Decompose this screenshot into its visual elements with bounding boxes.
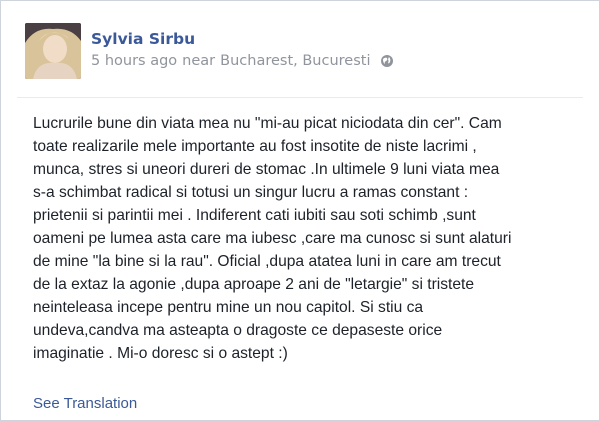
post-meta: Sylvia Sirbu 5 hours ago near Bucharest,… — [91, 29, 394, 70]
post-subline: 5 hours ago near Bucharest, Bucuresti — [91, 52, 394, 70]
post-location[interactable]: Bucharest, Bucuresti — [220, 52, 370, 70]
post-card: Sylvia Sirbu 5 hours ago near Bucharest,… — [0, 0, 600, 421]
post-header: Sylvia Sirbu 5 hours ago near Bucharest,… — [25, 23, 394, 83]
author-name-link[interactable]: Sylvia Sirbu — [91, 30, 195, 49]
see-translation-link[interactable]: See Translation — [33, 394, 137, 414]
avatar-photo — [25, 23, 81, 79]
header-divider — [17, 97, 583, 98]
post-timestamp[interactable]: 5 hours ago — [91, 52, 177, 70]
globe-icon[interactable] — [380, 54, 394, 68]
near-label: near — [182, 53, 216, 69]
post-body-text: Lucrurile bune din viata mea nu "mi-au p… — [33, 115, 512, 362]
author-avatar[interactable] — [25, 23, 81, 79]
